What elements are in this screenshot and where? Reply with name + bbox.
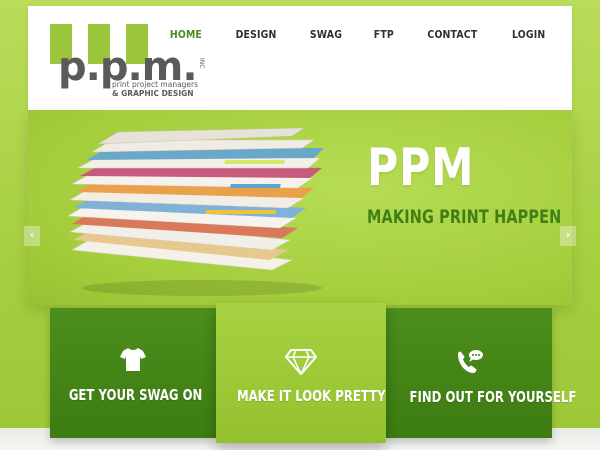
nav-swag[interactable]: SWAG bbox=[310, 28, 342, 41]
chevron-right-icon[interactable]: › bbox=[560, 226, 576, 246]
hero-slider: PPM MAKING PRINT HAPPEN bbox=[28, 110, 572, 305]
magazine-stack-image bbox=[67, 127, 324, 296]
diamond-icon bbox=[285, 349, 317, 375]
phone-chat-icon bbox=[458, 350, 483, 373]
nav-home[interactable]: HOME bbox=[170, 28, 202, 41]
logo-inc: INC bbox=[198, 58, 205, 68]
feature-findout[interactable]: FIND OUT FOR YOURSELF bbox=[386, 308, 576, 438]
tshirt-icon bbox=[120, 348, 146, 371]
feature-swag[interactable]: GET YOUR SWAG ON bbox=[50, 308, 216, 438]
logo-tagline-2: & GRAPHIC DESIGN bbox=[112, 89, 194, 98]
feature-pretty[interactable]: MAKE IT LOOK PRETTY bbox=[216, 303, 386, 443]
feature-swag-label: GET YOUR SWAG ON bbox=[68, 386, 203, 404]
nav-design[interactable]: DESIGN bbox=[236, 28, 277, 41]
logo-tagline-1: print project managers bbox=[112, 80, 198, 89]
feature-findout-label: FIND OUT FOR YOURSELF bbox=[409, 388, 577, 406]
site-header: p.p.m. INC print project managers & GRAP… bbox=[28, 6, 572, 110]
main-nav: HOME DESIGN SWAG FTP CONTACT LOGIN bbox=[140, 28, 548, 41]
chevron-left-icon[interactable]: ‹ bbox=[24, 226, 40, 246]
feature-pretty-label: MAKE IT LOOK PRETTY bbox=[236, 387, 386, 405]
hero-title: PPM bbox=[367, 138, 475, 198]
nav-contact[interactable]: CONTACT bbox=[427, 28, 477, 41]
nav-ftp[interactable]: FTP bbox=[374, 28, 394, 41]
hero-subtitle: MAKING PRINT HAPPEN bbox=[367, 206, 562, 228]
nav-login[interactable]: LOGIN bbox=[512, 28, 545, 41]
